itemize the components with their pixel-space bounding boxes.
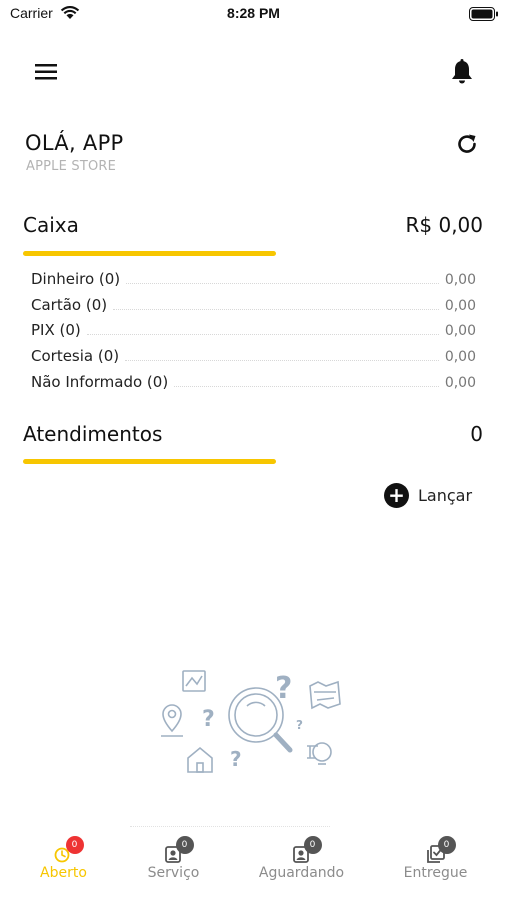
status-bar: Carrier 8:28 PM [0, 0, 507, 30]
atendimentos-count: 0 [470, 422, 483, 446]
payment-row: Não Informado (0) 0,00 [31, 371, 476, 391]
tab-aguardando[interactable]: 0 Aguardando [238, 828, 365, 900]
payment-row: Cortesia (0) 0,00 [31, 345, 476, 365]
tab-label: Aguardando [258, 865, 345, 881]
launch-button[interactable]: + Lançar [384, 482, 472, 508]
empty-state-illustration: ? ? ? ? [161, 670, 341, 773]
svg-text:?: ? [202, 707, 215, 732]
payment-row: PIX (0) 0,00 [31, 319, 476, 339]
tab-badge: 0 [175, 836, 194, 854]
payment-value: 0,00 [444, 349, 476, 365]
payment-label: Cortesia (0) [31, 347, 120, 365]
atendimentos-title: Atendimentos [23, 422, 163, 446]
tab-servico[interactable]: 0 Serviço [110, 828, 237, 900]
bottom-tab-bar: 0 Aberto 0 Serviço 0 Aguardando 0 Entreg… [0, 828, 507, 900]
payment-label: Cartão (0) [31, 296, 108, 314]
tab-label: Serviço [147, 865, 200, 881]
launch-label: Lançar [418, 485, 473, 505]
tab-label: Entregue [403, 865, 468, 881]
refresh-icon[interactable] [455, 131, 479, 157]
store-name: APPLE STORE [26, 159, 117, 174]
tab-label: Aberto [40, 865, 87, 881]
atendimentos-accent-bar [23, 459, 276, 464]
hamburger-menu-icon[interactable] [33, 61, 59, 83]
dotted-leader [125, 360, 439, 361]
add-circle-icon: + [384, 482, 409, 508]
svg-text:?: ? [230, 747, 242, 771]
caixa-total: R$ 0,00 [405, 213, 483, 237]
payment-value: 0,00 [444, 298, 476, 314]
caixa-title: Caixa [23, 213, 79, 237]
payment-row: Cartão (0) 0,00 [31, 294, 476, 314]
payment-value: 0,00 [444, 375, 476, 391]
dotted-leader [113, 309, 439, 310]
caixa-accent-bar [23, 251, 276, 256]
payment-value: 0,00 [444, 323, 476, 339]
clock: 8:28 PM [227, 5, 280, 21]
battery-icon [469, 7, 498, 21]
payment-label: Dinheiro (0) [31, 270, 121, 288]
dotted-leader [174, 386, 439, 387]
bell-icon[interactable] [449, 58, 475, 86]
payment-label: Não Informado (0) [31, 373, 169, 391]
svg-text:?: ? [275, 671, 292, 706]
tab-badge: 0 [65, 836, 84, 854]
tab-aberto[interactable]: 0 Aberto [0, 828, 127, 900]
payment-row: Dinheiro (0) 0,00 [31, 268, 476, 288]
tab-badge: 0 [437, 836, 456, 854]
tab-entregue[interactable]: 0 Entregue [372, 828, 499, 900]
tabbar-divider [130, 826, 330, 827]
payment-label: PIX (0) [31, 321, 81, 339]
svg-text:?: ? [296, 718, 303, 732]
greeting-title: OLÁ, APP [25, 131, 124, 155]
payment-value: 0,00 [444, 272, 476, 288]
tab-badge: 0 [303, 836, 322, 854]
dotted-leader [126, 283, 439, 284]
dotted-leader [86, 334, 439, 335]
